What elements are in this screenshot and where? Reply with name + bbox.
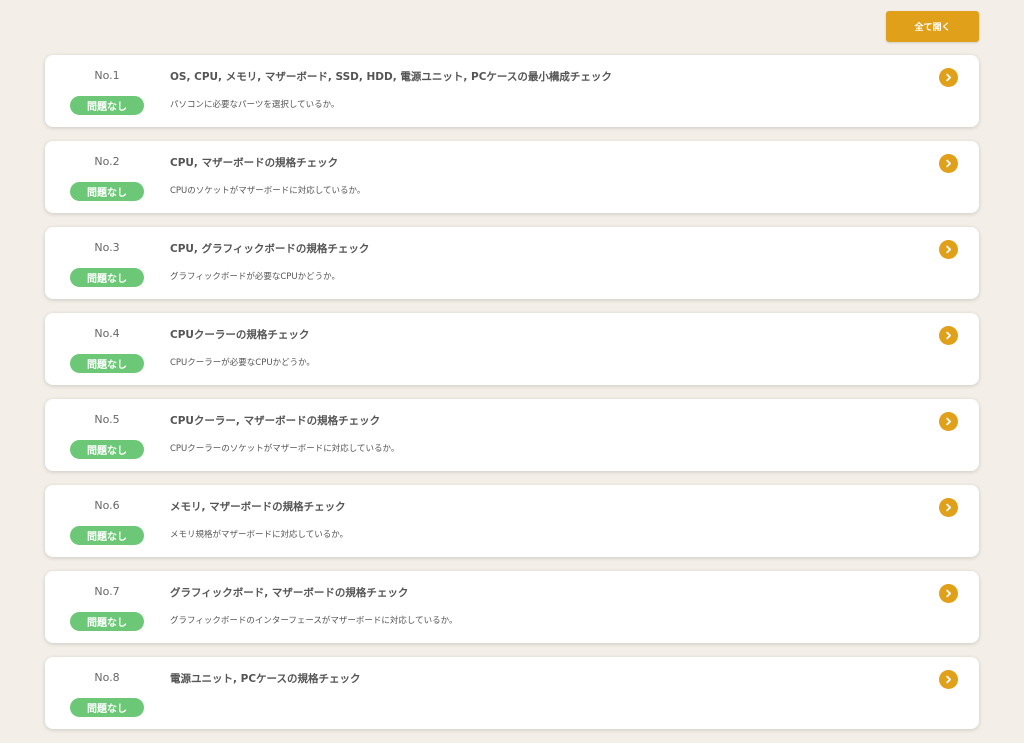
check-item-7[interactable]: No.7 問題なし グラフィックボード, マザーボードの規格チェック グラフィッ… [45, 571, 979, 643]
check-list: No.1 問題なし OS, CPU, メモリ, マザーボード, SSD, HDD… [45, 55, 979, 743]
check-title: OS, CPU, メモリ, マザーボード, SSD, HDD, 電源ユニット, … [170, 71, 612, 83]
check-number: No.6 [94, 499, 120, 512]
check-title: グラフィックボード, マザーボードの規格チェック [170, 587, 409, 599]
check-number: No.4 [94, 327, 120, 340]
check-title: CPU, グラフィックボードの規格チェック [170, 243, 370, 255]
check-title: CPU, マザーボードの規格チェック [170, 157, 339, 169]
chevron-right-circle-icon[interactable] [939, 68, 958, 87]
check-description: メモリ規格がマザーボードに対応しているか。 [170, 530, 349, 540]
status-badge: 問題なし [70, 268, 144, 287]
check-number: No.5 [94, 413, 120, 426]
check-number: No.3 [94, 241, 120, 254]
chevron-right-circle-icon[interactable] [939, 412, 958, 431]
check-description: CPUクーラーのソケットがマザーボードに対応しているか。 [170, 444, 400, 454]
check-item-5[interactable]: No.5 問題なし CPUクーラー, マザーボードの規格チェック CPUクーラー… [45, 399, 979, 471]
check-number: No.7 [94, 585, 120, 598]
check-number: No.8 [94, 671, 120, 684]
chevron-right-circle-icon[interactable] [939, 240, 958, 259]
check-title: 電源ユニット, PCケースの規格チェック [170, 673, 361, 685]
check-item-3[interactable]: No.3 問題なし CPU, グラフィックボードの規格チェック グラフィックボー… [45, 227, 979, 299]
check-description: CPUのソケットがマザーボードに対応しているか。 [170, 186, 366, 196]
chevron-right-circle-icon[interactable] [939, 584, 958, 603]
status-badge: 問題なし [70, 354, 144, 373]
status-badge: 問題なし [70, 440, 144, 459]
chevron-right-circle-icon[interactable] [939, 326, 958, 345]
chevron-right-circle-icon[interactable] [939, 498, 958, 517]
check-number: No.1 [94, 69, 120, 82]
chevron-right-circle-icon[interactable] [939, 670, 958, 689]
status-badge: 問題なし [70, 612, 144, 631]
check-item-4[interactable]: No.4 問題なし CPUクーラーの規格チェック CPUクーラーが必要なCPUか… [45, 313, 979, 385]
check-title: メモリ, マザーボードの規格チェック [170, 501, 346, 513]
check-number: No.2 [94, 155, 120, 168]
check-item-8[interactable]: No.8 問題なし 電源ユニット, PCケースの規格チェック [45, 657, 979, 729]
check-title: CPUクーラー, マザーボードの規格チェック [170, 415, 381, 427]
open-all-button[interactable]: 全て開く [886, 11, 979, 42]
check-item-2[interactable]: No.2 問題なし CPU, マザーボードの規格チェック CPUのソケットがマザ… [45, 141, 979, 213]
check-description: パソコンに必要なパーツを選択しているか。 [170, 100, 340, 110]
check-description: グラフィックボードが必要なCPUかどうか。 [170, 272, 340, 282]
check-description: グラフィックボードのインターフェースがマザーボードに対応しているか。 [170, 616, 458, 626]
check-item-1[interactable]: No.1 問題なし OS, CPU, メモリ, マザーボード, SSD, HDD… [45, 55, 979, 127]
check-title: CPUクーラーの規格チェック [170, 329, 310, 341]
chevron-right-circle-icon[interactable] [939, 154, 958, 173]
status-badge: 問題なし [70, 698, 144, 717]
check-item-6[interactable]: No.6 問題なし メモリ, マザーボードの規格チェック メモリ規格がマザーボー… [45, 485, 979, 557]
status-badge: 問題なし [70, 96, 144, 115]
check-description: CPUクーラーが必要なCPUかどうか。 [170, 358, 315, 368]
status-badge: 問題なし [70, 182, 144, 201]
status-badge: 問題なし [70, 526, 144, 545]
